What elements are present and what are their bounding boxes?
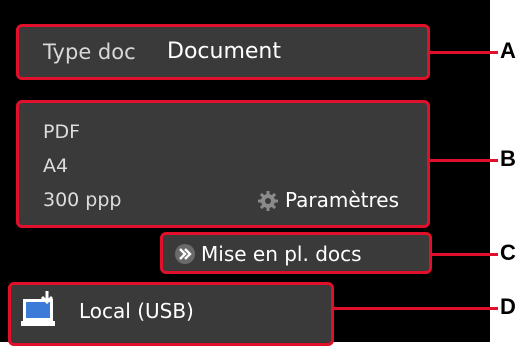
callout-line-c (432, 253, 498, 256)
place-documents-label: Mise en pl. docs (201, 242, 362, 266)
settings-label: Paramètres (285, 188, 400, 212)
doc-type-value: Document (167, 39, 281, 64)
computer-download-icon (21, 291, 65, 331)
place-documents-button[interactable]: Mise en pl. docs (160, 232, 432, 274)
destination-label: Local (USB) (79, 299, 194, 323)
size-text: A4 (43, 155, 69, 177)
doc-type-label: Type doc (43, 40, 136, 64)
resolution-text: 300 ppp (43, 189, 122, 211)
callout-a: A (500, 38, 516, 63)
scan-settings-panel[interactable]: PDF A4 300 ppp Paramètres (16, 100, 430, 228)
gear-icon (257, 190, 279, 212)
doc-type-button[interactable]: Type doc Document (16, 24, 430, 80)
format-text: PDF (43, 121, 81, 143)
destination-button[interactable]: Local (USB) (8, 282, 334, 346)
callout-c: C (500, 240, 516, 265)
callout-d: D (500, 294, 516, 319)
printer-screen: Type doc Document PDF A4 300 ppp Paramèt… (0, 0, 490, 346)
double-chevron-icon (175, 244, 195, 264)
callout-b: B (500, 146, 516, 171)
callout-line-d (334, 307, 498, 310)
callout-line-a (430, 51, 498, 54)
callout-line-b (430, 159, 498, 162)
